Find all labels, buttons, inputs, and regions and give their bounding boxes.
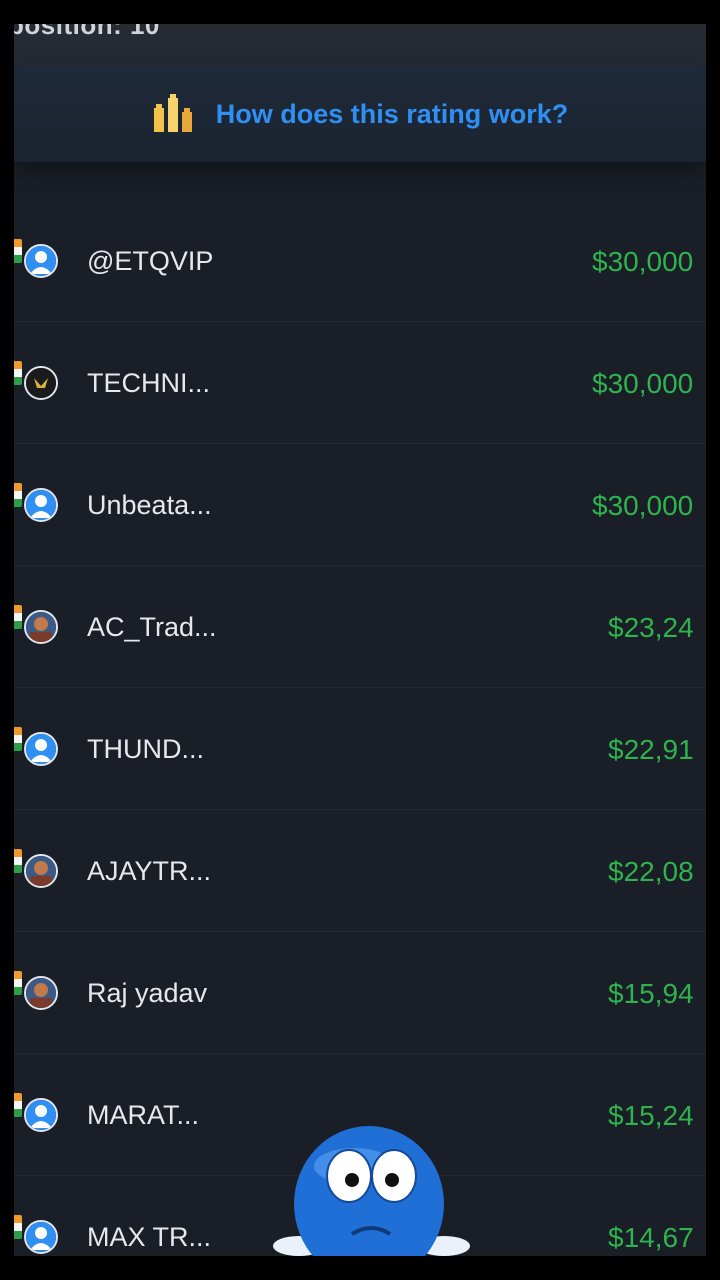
photo-avatar-icon[interactable]: [24, 610, 58, 644]
leaderboard-row[interactable]: Raj yadav $15,94: [14, 932, 706, 1054]
india-flag-icon: [14, 239, 22, 263]
leaderboard-row[interactable]: @ETQVIP $30,000: [14, 200, 706, 322]
trader-name: THUND...: [87, 734, 204, 764]
leaderboard-row[interactable]: AC_Trad... $23,24: [14, 566, 706, 688]
bar-chart-icon: [153, 94, 192, 132]
trader-name: Raj yadav: [87, 978, 208, 1008]
trader-profit-amount: $14,67: [608, 1222, 694, 1253]
leaderboard-row[interactable]: THUND... $22,91: [14, 688, 706, 810]
dark-emblem-avatar-icon[interactable]: [24, 366, 58, 400]
india-flag-icon: [14, 483, 22, 507]
trader-name: MAX TR...: [87, 1222, 212, 1252]
rating-info-banner[interactable]: How does this rating work?: [14, 66, 706, 162]
trader-name: AJAYTR...: [87, 856, 212, 886]
leaderboard-row[interactable]: Unbeata... $30,000: [14, 444, 706, 566]
default-user-avatar-icon[interactable]: [24, 488, 58, 522]
trader-name: Unbeata...: [87, 490, 212, 520]
trader-profit-amount: $30,000: [592, 490, 694, 521]
leaderboard-row[interactable]: TECHNI... $30,000: [14, 322, 706, 444]
trader-name: AC_Trad...: [87, 612, 217, 642]
leaderboard-row[interactable]: AJAYTR... $22,08: [14, 810, 706, 932]
leaderboard-screen: position: 10 How does this rating work? …: [14, 24, 706, 1256]
trader-name: MARAT...: [87, 1100, 200, 1130]
default-user-avatar-icon[interactable]: [24, 1098, 58, 1132]
trader-profit-amount: $22,08: [608, 856, 694, 887]
trader-profit-amount: $15,24: [608, 1100, 694, 1131]
default-user-avatar-icon[interactable]: [24, 244, 58, 278]
default-user-avatar-icon[interactable]: [24, 1220, 58, 1254]
position-label: position: 10: [14, 24, 160, 40]
trader-profit-amount: $22,91: [608, 734, 694, 765]
trader-profit-amount: $30,000: [592, 368, 694, 399]
photo-avatar-icon[interactable]: [24, 854, 58, 888]
india-flag-icon: [14, 1093, 22, 1117]
position-header: position: 10: [14, 24, 706, 66]
india-flag-icon: [14, 605, 22, 629]
india-flag-icon: [14, 1215, 22, 1239]
trader-name: @ETQVIP: [87, 246, 214, 276]
worried-emoji-mascot-icon: [273, 1126, 470, 1256]
trader-name: TECHNI...: [87, 368, 211, 398]
india-flag-icon: [14, 849, 22, 873]
default-user-avatar-icon[interactable]: [24, 732, 58, 766]
trader-profit-amount: $30,000: [592, 246, 694, 277]
rating-info-link[interactable]: How does this rating work?: [216, 99, 569, 130]
photo-avatar-icon[interactable]: [24, 976, 58, 1010]
india-flag-icon: [14, 727, 22, 751]
india-flag-icon: [14, 971, 22, 995]
trader-profit-amount: $15,94: [608, 978, 694, 1009]
trader-profit-amount: $23,24: [608, 612, 694, 643]
leaderboard-list: @ETQVIP $30,000 TECHNI... $30,000 Unbeata...…: [14, 200, 706, 1256]
india-flag-icon: [14, 361, 22, 385]
